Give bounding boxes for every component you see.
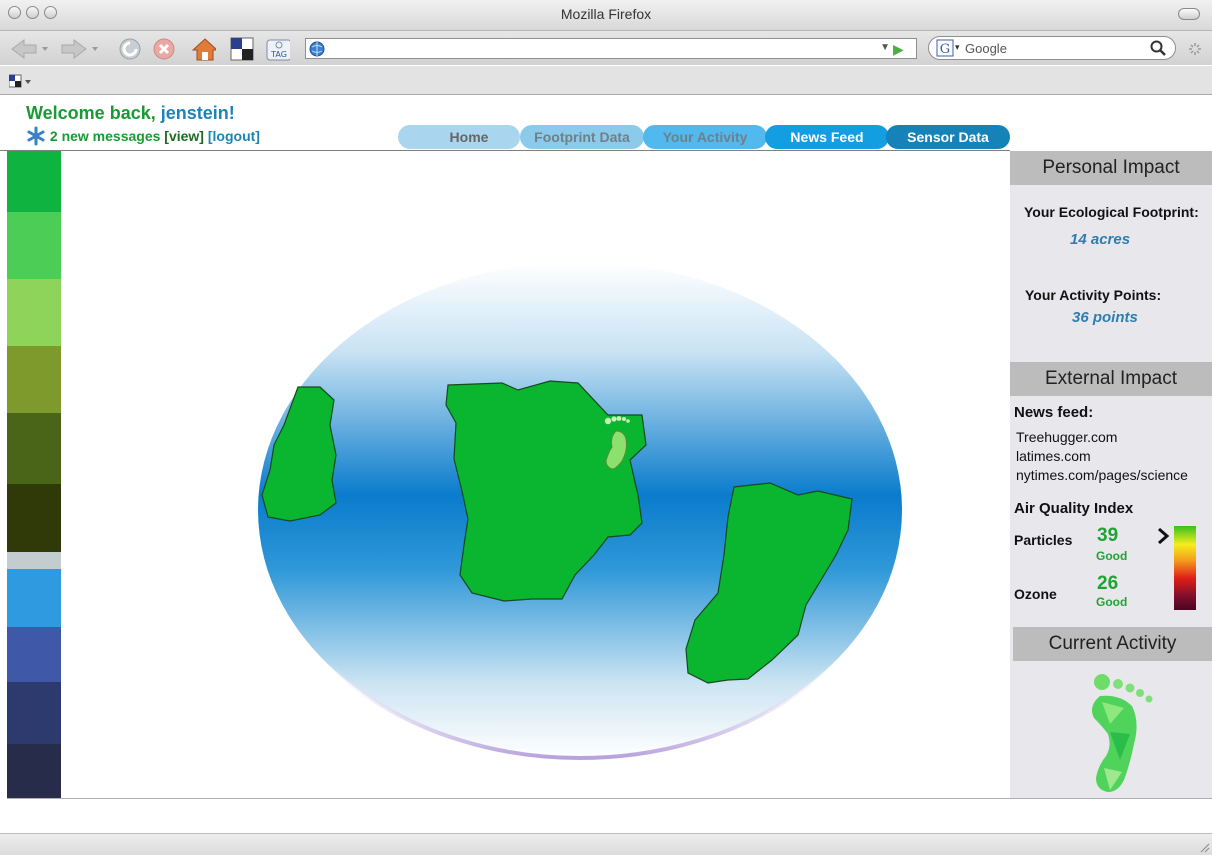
logout-link[interactable]: [logout] xyxy=(208,128,260,144)
home-button[interactable] xyxy=(192,37,216,61)
new-messages-count: 2 new messages xyxy=(49,128,161,144)
particles-value: 39 xyxy=(1097,525,1119,546)
search-input[interactable]: Google xyxy=(965,41,1007,56)
search-box[interactable]: G ▾ Google xyxy=(928,36,1176,60)
toolbar-toggle-button[interactable] xyxy=(1178,8,1200,20)
aqi-pointer-icon xyxy=(1158,527,1170,545)
back-arrow-icon xyxy=(11,39,48,59)
checker-icon xyxy=(230,37,254,61)
ozone-value: 26 xyxy=(1097,573,1119,594)
tab-footprint-data[interactable]: Footprint Data xyxy=(520,125,644,149)
color-swatch[interactable] xyxy=(7,569,61,627)
welcome-message: Welcome back, jenstein! xyxy=(26,103,235,124)
news-link-treehugger[interactable]: Treehugger.com xyxy=(1016,429,1117,445)
status-bar xyxy=(0,833,1212,855)
current-activity-header: Current Activity xyxy=(1013,627,1212,661)
color-swatch[interactable] xyxy=(7,744,61,798)
resize-grip-icon[interactable] xyxy=(1198,841,1210,853)
back-button[interactable] xyxy=(10,37,50,61)
forward-arrow-icon xyxy=(61,39,98,59)
tab-news-feed[interactable]: News Feed xyxy=(765,125,889,149)
go-button[interactable]: ▶ xyxy=(893,41,904,58)
continent-west[interactable] xyxy=(261,386,337,522)
tag-icon: TAG xyxy=(266,39,290,61)
color-swatch[interactable] xyxy=(7,346,61,413)
particles-label: Particles xyxy=(1014,532,1073,548)
tab-your-activity[interactable]: Your Activity xyxy=(643,125,767,149)
color-swatch[interactable] xyxy=(7,151,61,212)
reload-icon xyxy=(119,38,141,60)
bookmarks-menu-icon[interactable] xyxy=(9,74,33,88)
tab-home[interactable]: Home xyxy=(398,125,520,149)
google-engine-icon[interactable]: G xyxy=(936,39,954,57)
color-swatch[interactable] xyxy=(7,627,61,682)
url-dropdown-icon[interactable]: ▼ xyxy=(880,42,890,53)
svg-text:TAG: TAG xyxy=(270,50,287,59)
tab-news-label: News Feed xyxy=(790,129,864,145)
magnifier-icon[interactable] xyxy=(1150,40,1166,56)
points-label: Your Activity Points: xyxy=(1025,287,1162,303)
stop-icon xyxy=(153,38,175,60)
tab-sensor-label: Sensor Data xyxy=(907,129,989,145)
forward-button[interactable] xyxy=(60,37,100,61)
color-swatch[interactable] xyxy=(7,484,61,552)
view-messages-link[interactable]: [view] xyxy=(164,128,204,144)
tab-footprint-label: Footprint Data xyxy=(534,129,630,145)
aqi-gradient-scale xyxy=(1174,526,1196,610)
globe-icon xyxy=(309,41,325,57)
points-value: 36 points xyxy=(1072,309,1138,326)
tab-sensor-data[interactable]: Sensor Data xyxy=(886,125,1010,149)
external-impact-header: External Impact xyxy=(1010,362,1212,396)
particles-status: Good xyxy=(1096,549,1128,563)
news-link-nytimes[interactable]: nytimes.com/pages/science xyxy=(1016,467,1188,483)
stop-button[interactable] xyxy=(152,37,176,61)
ozone-label: Ozone xyxy=(1014,586,1057,602)
browser-toolbar: TAG ▼ ▶ G ▾ Google xyxy=(0,31,1212,65)
window-title: Mozilla Firefox xyxy=(560,6,652,22)
color-swatch[interactable] xyxy=(7,552,61,569)
throbber-icon xyxy=(1189,43,1201,55)
messages-line: 2 new messages [view] [logout] xyxy=(26,126,260,146)
color-swatch[interactable] xyxy=(7,212,61,279)
url-bar[interactable]: ▼ xyxy=(305,38,917,59)
ozone-status: Good xyxy=(1096,595,1128,609)
tab-home-label: Home xyxy=(449,129,489,145)
svg-text:G: G xyxy=(940,42,950,57)
tag-button[interactable]: TAG xyxy=(266,37,290,61)
bookmarks-toolbar xyxy=(0,66,1212,95)
bookmark-widget-button[interactable] xyxy=(230,37,254,61)
footprint-value: 14 acres xyxy=(1070,231,1131,248)
color-swatch[interactable] xyxy=(7,413,61,484)
news-link-latimes[interactable]: latimes.com xyxy=(1016,448,1091,464)
content-bottom-divider xyxy=(7,798,1212,799)
engine-dropdown-icon[interactable]: ▾ xyxy=(955,42,960,53)
footprint-label: Your Ecological Footprint: xyxy=(1024,204,1199,220)
header-divider xyxy=(0,150,1010,151)
color-swatch[interactable] xyxy=(7,279,61,346)
welcome-prefix: Welcome back, xyxy=(26,103,161,123)
window-titlebar: Mozilla Firefox xyxy=(0,0,1212,31)
tab-activity-label: Your Activity xyxy=(662,129,748,145)
asterisk-icon xyxy=(27,126,45,146)
personal-impact-header: Personal Impact xyxy=(1010,151,1212,185)
aqi-label: Air Quality Index xyxy=(1014,500,1134,517)
news-feed-label: News feed: xyxy=(1014,404,1094,421)
current-activity-footprint-icon xyxy=(1092,674,1153,792)
reload-button[interactable] xyxy=(118,37,142,61)
username: jenstein! xyxy=(160,103,235,123)
home-icon xyxy=(192,38,216,61)
color-swatch[interactable] xyxy=(7,682,61,744)
globe-illustration[interactable] xyxy=(250,255,910,765)
